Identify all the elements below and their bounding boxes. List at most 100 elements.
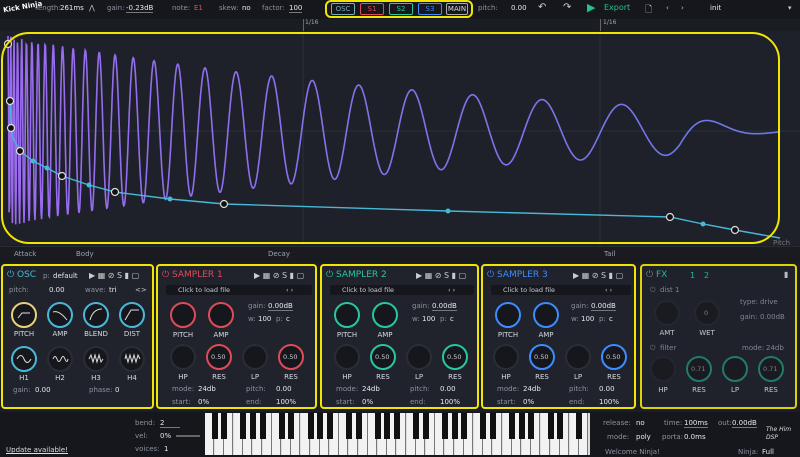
piano-black-key[interactable] bbox=[211, 413, 218, 439]
piano-black-key[interactable] bbox=[384, 413, 391, 439]
mode-value[interactable]: 24db bbox=[362, 385, 380, 393]
vel-value[interactable]: 0% bbox=[160, 432, 171, 440]
redo-icon[interactable]: ↷ bbox=[563, 2, 571, 13]
amp-knob[interactable] bbox=[533, 302, 559, 328]
w-value[interactable]: 100 bbox=[422, 315, 435, 323]
piano-black-key[interactable] bbox=[326, 413, 333, 439]
piano-black-key[interactable] bbox=[240, 413, 247, 439]
piano-black-key[interactable] bbox=[442, 413, 448, 439]
p-value[interactable]: c bbox=[609, 315, 613, 323]
power-icon[interactable]: ⏻ bbox=[162, 270, 169, 280]
file-arrows[interactable]: ‹ › bbox=[448, 286, 455, 294]
vel-slider[interactable] bbox=[176, 435, 200, 437]
sampler-toolbar-icons[interactable]: ▶ ▦ ⊘ S ▮ ▢ bbox=[573, 271, 623, 280]
res-knob[interactable]: 0.50 bbox=[601, 344, 627, 370]
pitch-knob[interactable] bbox=[170, 302, 196, 328]
w-value[interactable]: 100 bbox=[258, 315, 271, 323]
amt-knob[interactable] bbox=[654, 300, 680, 326]
h4-knob[interactable] bbox=[119, 346, 145, 372]
h3-knob[interactable] bbox=[83, 346, 109, 372]
pitch-value[interactable]: 0.00 bbox=[511, 4, 527, 12]
power-icon[interactable]: ⏻ bbox=[646, 270, 653, 280]
time-value[interactable]: 100ms bbox=[684, 419, 708, 428]
piano-black-key[interactable] bbox=[557, 413, 564, 439]
note-value[interactable]: E1 bbox=[194, 4, 203, 12]
hp-knob[interactable] bbox=[650, 356, 676, 382]
save-icon[interactable]: ▮ bbox=[784, 270, 788, 279]
res-knob[interactable]: 0.71 bbox=[758, 356, 784, 382]
preset-next-icon[interactable]: › bbox=[681, 4, 684, 12]
piano-black-key[interactable] bbox=[355, 413, 362, 439]
mode-value[interactable]: 24db bbox=[766, 344, 784, 352]
res-knob[interactable]: 0.50 bbox=[442, 344, 468, 370]
amp-knob[interactable] bbox=[47, 302, 73, 328]
pitch-value[interactable]: 0.00 bbox=[440, 385, 456, 393]
osc-preset[interactable]: default bbox=[53, 272, 78, 280]
lp-knob[interactable] bbox=[242, 344, 268, 370]
mode-value[interactable]: 24db bbox=[523, 385, 541, 393]
lp-knob[interactable] bbox=[406, 344, 432, 370]
start-value[interactable]: 0% bbox=[362, 398, 373, 406]
skew-value[interactable]: no bbox=[242, 4, 251, 12]
pitch-knob[interactable] bbox=[334, 302, 360, 328]
gain-value[interactable]: 0.00dB bbox=[432, 302, 457, 311]
amp-knob[interactable] bbox=[208, 302, 234, 328]
file-arrows[interactable]: ‹ › bbox=[286, 286, 293, 294]
envelope-icon[interactable]: ⋀ bbox=[89, 4, 95, 12]
piano-black-key[interactable] bbox=[259, 413, 266, 439]
power-icon[interactable]: ⏻ bbox=[326, 270, 333, 280]
lp-knob[interactable] bbox=[722, 356, 748, 382]
sampler-toolbar-icons[interactable]: ▶ ▦ ⊘ S ▮ ▢ bbox=[416, 271, 466, 280]
piano-black-key[interactable] bbox=[490, 413, 496, 439]
osc-gain-value[interactable]: 0.00 bbox=[35, 386, 51, 394]
preset-name[interactable]: init bbox=[710, 4, 721, 12]
amp-knob[interactable] bbox=[372, 302, 398, 328]
power-icon[interactable]: ⏻ bbox=[650, 286, 656, 295]
stage-decay[interactable]: Decay bbox=[268, 250, 290, 258]
piano-black-key[interactable] bbox=[221, 413, 228, 439]
waveform-display[interactable] bbox=[0, 31, 800, 245]
piano-black-key[interactable] bbox=[307, 413, 314, 439]
piano-black-key[interactable] bbox=[394, 413, 400, 439]
tab-main[interactable]: MAIN bbox=[446, 3, 468, 15]
update-link[interactable]: Update available! bbox=[6, 446, 68, 454]
file-drop[interactable]: Click to load file ‹ › bbox=[330, 285, 474, 295]
osc-wave-value[interactable]: tri bbox=[109, 286, 117, 294]
piano-black-key[interactable] bbox=[374, 413, 381, 439]
piano-black-key[interactable] bbox=[317, 413, 324, 439]
piano-black-key[interactable] bbox=[480, 413, 487, 439]
stage-attack[interactable]: Attack bbox=[14, 250, 36, 258]
start-value[interactable]: 0% bbox=[198, 398, 209, 406]
start-value[interactable]: 0% bbox=[523, 398, 534, 406]
h1-knob[interactable] bbox=[11, 346, 37, 372]
power-icon[interactable]: ⏻ bbox=[7, 270, 14, 280]
sampler-toolbar-icons[interactable]: ▶ ▦ ⊘ S ▮ ▢ bbox=[254, 271, 304, 280]
type-value[interactable]: drive bbox=[760, 298, 778, 306]
hp-knob[interactable] bbox=[170, 344, 196, 370]
bend-value[interactable]: 2 bbox=[160, 419, 180, 428]
undo-icon[interactable]: ↶ bbox=[538, 2, 546, 13]
file-drop[interactable]: Click to load file ‹ › bbox=[166, 285, 312, 295]
piano-black-key[interactable] bbox=[547, 413, 554, 439]
stage-body[interactable]: Body bbox=[76, 250, 94, 258]
p-value[interactable]: c bbox=[450, 315, 454, 323]
mode-value[interactable]: 24db bbox=[198, 385, 216, 393]
hp-knob[interactable] bbox=[493, 344, 519, 370]
porta-value[interactable]: 0.0ms bbox=[684, 433, 706, 441]
dist-knob[interactable] bbox=[119, 302, 145, 328]
end-value[interactable]: 100% bbox=[276, 398, 296, 406]
res-knob[interactable]: 0.50 bbox=[529, 344, 555, 370]
out-value[interactable]: 0.00dB bbox=[732, 419, 757, 428]
tab-s2[interactable]: S2 bbox=[389, 3, 413, 15]
pitch-knob[interactable] bbox=[495, 302, 521, 328]
piano-black-key[interactable] bbox=[509, 413, 516, 439]
pitch-value[interactable]: 0.00 bbox=[599, 385, 615, 393]
file-drop[interactable]: Click to load file ‹ › bbox=[491, 285, 631, 295]
length-value[interactable]: 261ms bbox=[60, 4, 84, 12]
piano-black-key[interactable] bbox=[451, 413, 458, 439]
piano-keyboard[interactable] bbox=[205, 413, 590, 455]
piano-black-key[interactable] bbox=[518, 413, 525, 439]
blend-knob[interactable] bbox=[83, 302, 109, 328]
res-knob[interactable]: 0.71 bbox=[686, 356, 712, 382]
osc-toolbar-icons[interactable]: ▶ ▦ ⊘ S ▮ ▢ bbox=[89, 271, 139, 280]
